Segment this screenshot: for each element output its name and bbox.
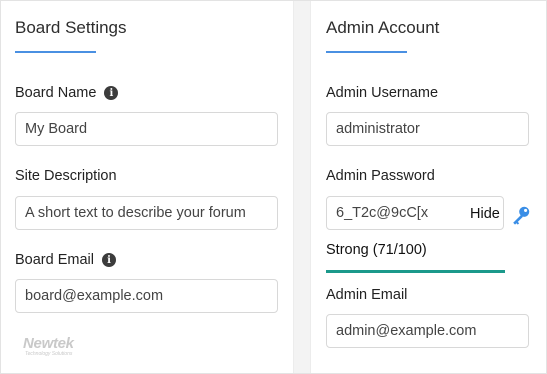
admin-email-label: Admin Email xyxy=(326,287,408,303)
board-name-label-text: Board Name xyxy=(15,85,97,101)
board-settings-underline xyxy=(15,51,96,53)
board-email-label: Board Email i xyxy=(15,252,116,268)
column-divider xyxy=(293,1,311,373)
board-name-input[interactable]: My Board xyxy=(15,112,278,146)
key-icon[interactable] xyxy=(510,204,532,226)
admin-account-underline xyxy=(326,51,407,53)
board-email-input[interactable]: board@example.com xyxy=(15,279,278,313)
site-description-input[interactable]: A short text to describe your forum xyxy=(15,196,278,230)
board-settings-heading: Board Settings xyxy=(15,18,127,37)
site-description-label: Site Description xyxy=(15,168,117,184)
password-strength-bar xyxy=(326,270,505,273)
hide-password-button[interactable]: Hide xyxy=(470,206,500,222)
logo-main-text: Newtek xyxy=(23,335,74,352)
admin-password-label: Admin Password xyxy=(326,168,435,184)
admin-account-heading: Admin Account xyxy=(326,18,440,37)
board-name-label: Board Name i xyxy=(15,85,119,101)
admin-username-label: Admin Username xyxy=(326,85,439,101)
info-icon[interactable]: i xyxy=(101,253,116,267)
newtek-logo: Newtek Technology Solutions xyxy=(23,336,74,357)
password-strength-text: Strong (71/100) xyxy=(326,242,427,258)
board-email-label-text: Board Email xyxy=(15,252,94,268)
admin-email-input[interactable]: admin@example.com xyxy=(326,314,529,348)
admin-username-input[interactable]: administrator xyxy=(326,112,529,146)
logo-sub-text: Technology Solutions xyxy=(25,351,73,357)
info-icon[interactable]: i xyxy=(104,86,119,100)
setup-page: Board Settings Board Name i My Board Sit… xyxy=(0,0,547,374)
